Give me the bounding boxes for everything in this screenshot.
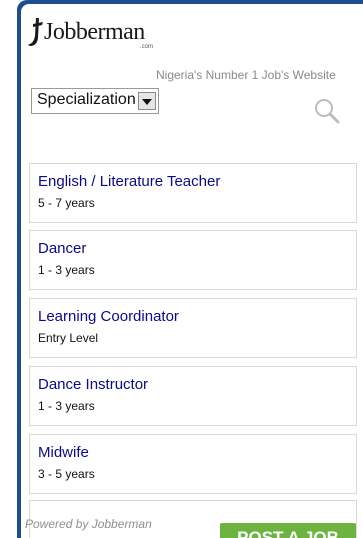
job-title[interactable]: Dance Instructor	[38, 376, 148, 393]
job-item[interactable]: Learning Coordinator Entry Level	[29, 298, 357, 358]
tagline: Nigeria's Number 1 Job's Website	[156, 68, 336, 82]
job-experience: 1 - 3 years	[38, 263, 95, 277]
job-title[interactable]: Midwife	[38, 444, 89, 461]
powered-by-text: Powered by Jobberman	[25, 517, 152, 531]
job-experience: Entry Level	[38, 331, 99, 345]
job-title[interactable]: Dancer	[38, 240, 86, 257]
specialization-select[interactable]: Specialization	[31, 88, 159, 114]
job-title[interactable]: English / Literature Teacher	[38, 173, 220, 190]
job-experience: 1 - 3 years	[38, 399, 95, 413]
job-experience: 3 - 5 years	[38, 467, 95, 481]
post-a-job-button[interactable]: POST A JOB	[220, 523, 356, 538]
job-item[interactable]: Dance Instructor 1 - 3 years	[29, 366, 357, 426]
job-item[interactable]: English / Literature Teacher 5 - 7 years	[29, 163, 357, 223]
job-experience: 5 - 7 years	[38, 196, 95, 210]
widget-panel: Jobberman .com Nigeria's Number 1 Job's …	[21, 4, 363, 538]
search-icon[interactable]	[313, 97, 341, 125]
job-item[interactable]: Midwife 3 - 5 years	[29, 434, 357, 494]
logo-suffix: .com	[140, 44, 154, 50]
logo-figure-icon	[28, 18, 43, 46]
logo-text: Jobberman	[44, 19, 145, 45]
chevron-down-icon[interactable]	[138, 92, 156, 110]
job-title[interactable]: Learning Coordinator	[38, 308, 179, 325]
job-item[interactable]: Dancer 1 - 3 years	[29, 230, 357, 290]
specialization-select-value: Specialization	[37, 91, 136, 108]
